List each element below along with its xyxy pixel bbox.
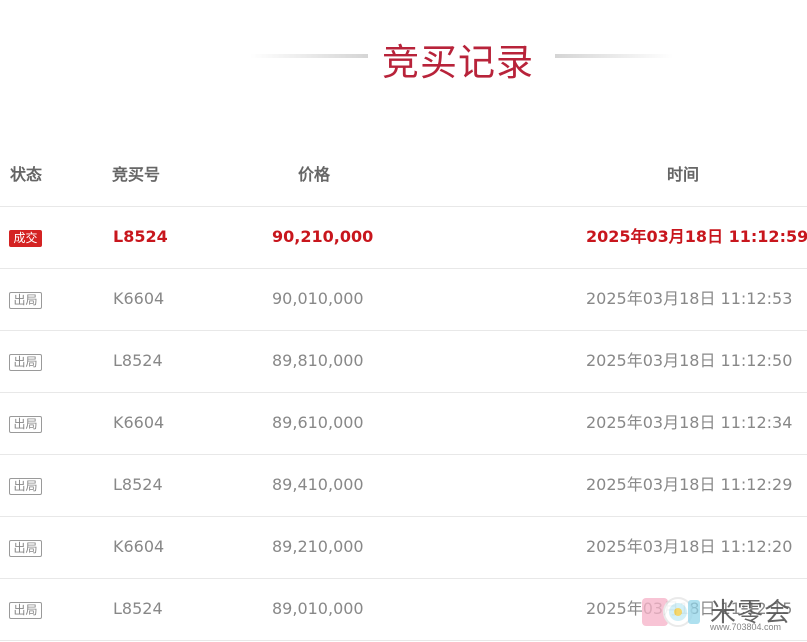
status-badge: 成交 [9, 230, 42, 247]
bid-time: 2025年03月18日 11:12:53 [586, 289, 793, 308]
table-row: 出局 L8524 89,410,000 2025年03月18日 11:12:29 [0, 455, 807, 517]
bid-price: 89,810,000 [272, 351, 364, 370]
column-header-bid-no: 竞买号 [112, 165, 161, 184]
watermark-logo-icon [642, 597, 700, 627]
table-header: 状态 竞买号 价格 时间 [0, 145, 807, 207]
bid-price: 90,010,000 [272, 289, 364, 308]
bid-number: K6604 [113, 413, 165, 432]
watermark: 米零会 www.703804.com [640, 592, 790, 634]
bid-record-table: 成交 L8524 90,210,000 2025年03月18日 11:12:59… [0, 207, 807, 641]
table-row: 出局 L8524 89,810,000 2025年03月18日 11:12:50 [0, 331, 807, 393]
bid-number: L8524 [113, 599, 163, 618]
status-badge: 出局 [9, 292, 42, 309]
bid-time: 2025年03月18日 11:12:29 [586, 475, 793, 494]
bid-time: 2025年03月18日 11:12:20 [586, 537, 793, 556]
bid-price: 89,210,000 [272, 537, 364, 556]
column-header-price: 价格 [298, 165, 331, 184]
watermark-url: www.703804.com [710, 622, 782, 632]
title-divider-left [250, 54, 368, 58]
status-badge: 出局 [9, 540, 42, 557]
table-row: 出局 K6604 90,010,000 2025年03月18日 11:12:53 [0, 269, 807, 331]
column-header-status: 状态 [10, 165, 43, 184]
bid-time: 2025年03月18日 11:12:34 [586, 413, 793, 432]
table-row: 出局 K6604 89,210,000 2025年03月18日 11:12:20 [0, 517, 807, 579]
title-divider-right [555, 54, 673, 58]
page-title: 竞买记录 [382, 41, 534, 84]
bid-number: L8524 [113, 351, 163, 370]
bid-number: L8524 [113, 227, 168, 246]
bid-number: L8524 [113, 475, 163, 494]
bid-number: K6604 [113, 537, 165, 556]
bid-price: 89,010,000 [272, 599, 364, 618]
section-title: 竞买记录 [0, 26, 807, 86]
bid-time: 2025年03月18日 11:12:59 [586, 227, 807, 246]
bid-price: 89,610,000 [272, 413, 364, 432]
column-header-time: 时间 [667, 165, 700, 184]
table-row: 出局 K6604 89,610,000 2025年03月18日 11:12:34 [0, 393, 807, 455]
status-badge: 出局 [9, 354, 42, 371]
status-badge: 出局 [9, 602, 42, 619]
bid-price: 90,210,000 [272, 227, 374, 246]
bid-time: 2025年03月18日 11:12:50 [586, 351, 793, 370]
status-badge: 出局 [9, 416, 42, 433]
bid-number: K6604 [113, 289, 165, 308]
bid-price: 89,410,000 [272, 475, 364, 494]
status-badge: 出局 [9, 478, 42, 495]
table-row: 成交 L8524 90,210,000 2025年03月18日 11:12:59 [0, 207, 807, 269]
